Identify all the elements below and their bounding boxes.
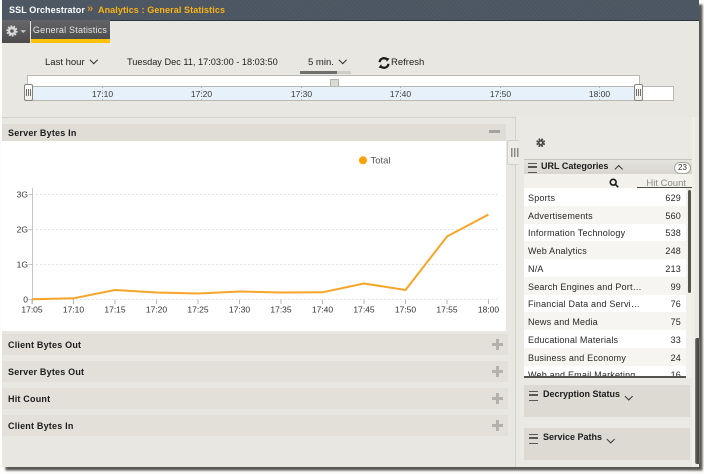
svg-text:0: 0	[23, 295, 28, 305]
svg-text:17:05: 17:05	[21, 305, 43, 315]
svg-text:17:40: 17:40	[312, 305, 334, 315]
svg-text:Total: Total	[371, 156, 391, 167]
svg-text:3G: 3G	[17, 190, 28, 200]
svg-text:17:25: 17:25	[187, 305, 209, 315]
svg-text:17:15: 17:15	[104, 305, 126, 315]
svg-text:17:35: 17:35	[270, 305, 292, 315]
svg-text:18:00: 18:00	[478, 305, 500, 315]
svg-text:1G: 1G	[17, 260, 28, 270]
svg-text:17:45: 17:45	[353, 305, 375, 315]
svg-text:17:20: 17:20	[146, 305, 168, 315]
svg-text:17:30: 17:30	[229, 305, 251, 315]
svg-text:17:55: 17:55	[436, 305, 458, 315]
svg-text:17:10: 17:10	[63, 305, 85, 315]
svg-text:2G: 2G	[17, 225, 28, 235]
svg-text:17:50: 17:50	[395, 305, 417, 315]
